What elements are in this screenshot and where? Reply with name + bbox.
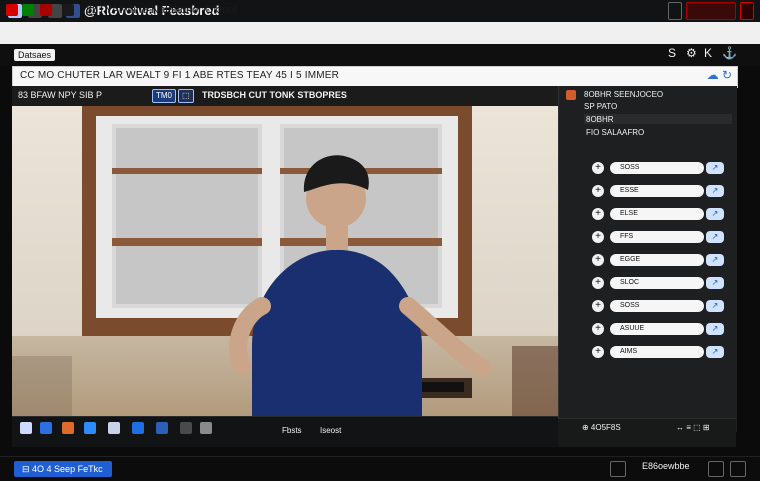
setting-button-8[interactable]: ↗ [706, 323, 724, 335]
video-frame[interactable] [12, 106, 558, 416]
bottom-label-2[interactable]: Iseost [320, 426, 341, 435]
add-icon-2[interactable]: + [592, 185, 604, 197]
setting-button-2[interactable]: ↗ [706, 185, 724, 197]
panel-logo-icon [566, 90, 576, 100]
status-primary-button[interactable]: ⊟ 4O 4 Seep FeTkc [14, 461, 112, 477]
setting-field-6[interactable]: SLOC [610, 277, 704, 289]
subbar-text: CC MO CHUTER LAR WEALT 9 FI 1 ABE RTES T… [20, 70, 340, 81]
toolbar-right-item-1[interactable]: S [668, 46, 676, 60]
chat-icon[interactable] [156, 422, 168, 434]
panel-header-line-2: SP PATO [584, 102, 618, 111]
bookmark-icon[interactable] [40, 4, 52, 16]
panel-bottom-left[interactable]: ⊕ 4O5F8S [582, 423, 621, 432]
video-image [12, 106, 558, 416]
setting-field-7[interactable]: SOSS [610, 300, 704, 312]
setting-button-6[interactable]: ↗ [706, 277, 724, 289]
forward-icon[interactable] [22, 4, 34, 16]
setting-button-4[interactable]: ↗ [706, 231, 724, 243]
bottom-label-1[interactable]: Fbsts [282, 426, 302, 435]
status-right-label: E86oewbbe [642, 461, 690, 471]
setting-field-2[interactable]: ESSE [610, 185, 704, 197]
setting-field-5[interactable]: EGGE [610, 254, 704, 266]
calendar-icon[interactable] [132, 422, 144, 434]
maximize-icon[interactable] [686, 2, 736, 20]
setting-button-5[interactable]: ↗ [706, 254, 724, 266]
setting-field-1[interactable]: SOSS [610, 162, 704, 174]
status-square-icon[interactable] [610, 461, 626, 477]
address-text[interactable]: 88TYAtwhne Nalahbrior Okmol [86, 4, 237, 16]
setting-button-1[interactable]: ↗ [706, 162, 724, 174]
setting-field-3[interactable]: ELSE [610, 208, 704, 220]
setting-button-7[interactable]: ↗ [706, 300, 724, 312]
setting-field-8[interactable]: ASUUE [610, 323, 704, 335]
record-icon[interactable] [20, 422, 32, 434]
monitor-icon[interactable] [40, 422, 52, 434]
back-icon[interactable] [6, 4, 18, 16]
add-icon-3[interactable]: + [592, 208, 604, 220]
top-toolbar [0, 44, 760, 66]
paint-icon[interactable] [62, 422, 74, 434]
subbar-icons[interactable]: ☁ ↻ [707, 68, 732, 82]
toolbar-right-item-2[interactable]: ⚙ [686, 46, 697, 60]
file-icon[interactable] [108, 422, 120, 434]
player-top-text: 83 BFAW NPY SIB P [18, 90, 103, 100]
panel-header-line-1: 8OBHR SEENJOCEO [584, 90, 664, 99]
add-icon-4[interactable]: + [592, 231, 604, 243]
pen-icon[interactable] [180, 422, 192, 434]
refresh-icon[interactable] [62, 4, 74, 16]
status-square-icon-2[interactable] [708, 461, 724, 477]
add-icon-9[interactable]: + [592, 346, 604, 358]
player-title: TRDSBCH CUT TONK STBOPRES [202, 90, 347, 100]
panel-header-line-3: 8OBHR [586, 115, 614, 124]
add-icon-6[interactable]: + [592, 277, 604, 289]
setting-field-4[interactable]: FFS [610, 231, 704, 243]
cloud-icon[interactable] [200, 422, 212, 434]
toolbar-right-item-4[interactable]: ⚓ [722, 46, 737, 60]
tab-label[interactable]: Datsaes [14, 49, 56, 61]
status-square-icon-3[interactable] [730, 461, 746, 477]
wrench-icon[interactable] [84, 422, 96, 434]
setting-field-9[interactable]: AIMS [610, 346, 704, 358]
panel-header-line-4: FIO SALAAFRO [586, 128, 645, 137]
close-icon[interactable] [740, 2, 754, 20]
setting-button-9[interactable]: ↗ [706, 346, 724, 358]
address-bar [0, 22, 760, 45]
player-chip-2[interactable]: ⬚ [178, 89, 194, 103]
panel-bottom-right[interactable]: ↔ ≡ ⬚ ⊞ [676, 423, 710, 432]
add-icon-5[interactable]: + [592, 254, 604, 266]
player-chip[interactable]: TM0 [152, 89, 176, 103]
add-icon-1[interactable]: + [592, 162, 604, 174]
minimize-icon[interactable] [668, 2, 682, 20]
add-icon-7[interactable]: + [592, 300, 604, 312]
setting-button-3[interactable]: ↗ [706, 208, 724, 220]
add-icon-8[interactable]: + [592, 323, 604, 335]
toolbar-right-item-3[interactable]: K [704, 46, 712, 60]
